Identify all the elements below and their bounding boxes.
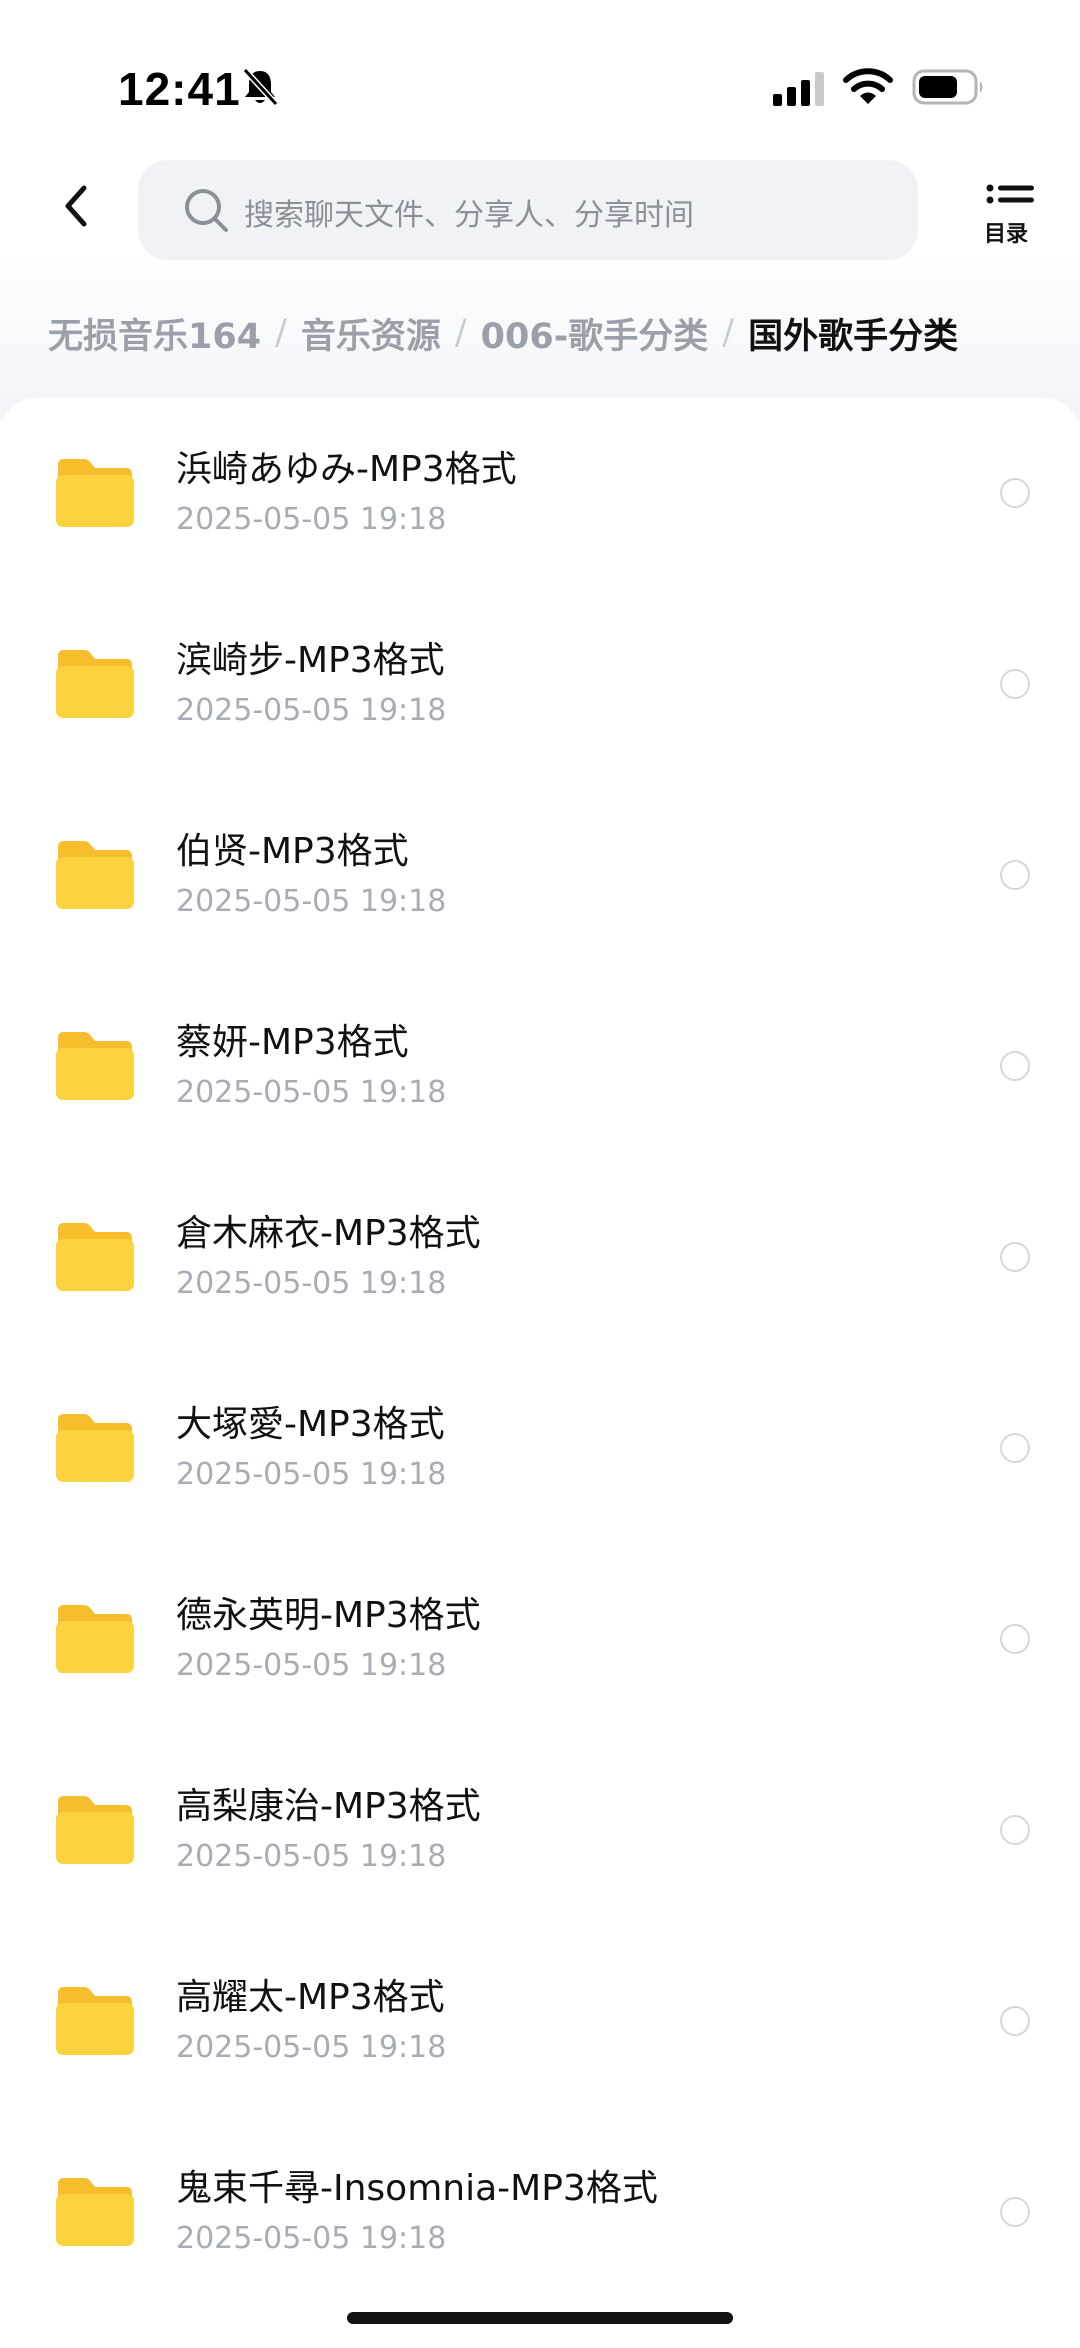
- folder-date: 2025-05-05 19:18: [176, 1457, 447, 1492]
- folder-name: 浜崎あゆみ-MP3格式: [176, 449, 517, 490]
- bell-muted-icon: [242, 67, 279, 107]
- folder-date: 2025-05-05 19:18: [176, 1075, 447, 1110]
- folder-name: 伯贤-MP3格式: [176, 831, 409, 872]
- list-item[interactable]: 鬼束千尋-Insomnia-MP3格式 2025-05-05 19:18: [0, 2117, 1080, 2307]
- select-radio[interactable]: [1000, 1433, 1030, 1463]
- search-placeholder: 搜索聊天文件、分享人、分享时间: [244, 198, 694, 233]
- home-indicator[interactable]: [347, 2312, 733, 2324]
- breadcrumb-current: 国外歌手分类: [748, 316, 959, 357]
- select-radio[interactable]: [1000, 1815, 1030, 1845]
- directory-button[interactable]: 目录: [978, 184, 1048, 247]
- breadcrumb-item[interactable]: 无损音乐164: [48, 308, 261, 359]
- list-item[interactable]: 高梨康治-MP3格式 2025-05-05 19:18: [0, 1735, 1080, 1925]
- folder-icon: [56, 2178, 134, 2246]
- list-item[interactable]: 高耀太-MP3格式 2025-05-05 19:18: [0, 1926, 1080, 2116]
- folder-name: 高耀太-MP3格式: [176, 1977, 445, 2018]
- folder-name: 高梨康治-MP3格式: [176, 1786, 481, 1827]
- folder-list: 浜崎あゆみ-MP3格式 2025-05-05 19:18 滨崎步-MP3格式 2…: [0, 398, 1080, 2348]
- folder-icon: [56, 1796, 134, 1864]
- status-time: 12:41: [118, 63, 241, 115]
- folder-date: 2025-05-05 19:18: [176, 2221, 447, 2256]
- signal-icon: [773, 72, 824, 106]
- select-radio[interactable]: [1000, 2197, 1030, 2227]
- list-item[interactable]: 大塚愛-MP3格式 2025-05-05 19:18: [0, 1353, 1080, 1543]
- search-icon: [185, 189, 228, 232]
- list-item[interactable]: 蔡妍-MP3格式 2025-05-05 19:18: [0, 971, 1080, 1161]
- folder-date: 2025-05-05 19:18: [176, 2030, 447, 2065]
- select-radio[interactable]: [1000, 1051, 1030, 1081]
- directory-label: 目录: [984, 222, 1029, 247]
- folder-icon: [56, 650, 134, 718]
- folder-name: 蔡妍-MP3格式: [176, 1022, 409, 1063]
- list-item[interactable]: 德永英明-MP3格式 2025-05-05 19:18: [0, 1544, 1080, 1734]
- folder-name: 滨崎步-MP3格式: [176, 640, 445, 681]
- select-radio[interactable]: [1000, 669, 1030, 699]
- folder-date: 2025-05-05 19:18: [176, 1266, 447, 1301]
- back-button[interactable]: [48, 176, 108, 236]
- battery-icon: [912, 69, 983, 105]
- select-radio[interactable]: [1000, 478, 1030, 508]
- select-radio[interactable]: [1000, 2006, 1030, 2036]
- breadcrumb: 无损音乐164 / 音乐资源 / 006-歌手分类 / 国外歌手分类: [48, 308, 958, 358]
- folder-icon: [56, 841, 134, 909]
- list-item[interactable]: 滨崎步-MP3格式 2025-05-05 19:18: [0, 589, 1080, 779]
- breadcrumb-separator: /: [275, 313, 287, 353]
- folder-name: 鬼束千尋-Insomnia-MP3格式: [176, 2168, 658, 2209]
- folder-name: 倉木麻衣-MP3格式: [176, 1213, 481, 1254]
- folder-icon: [56, 1414, 134, 1482]
- folder-date: 2025-05-05 19:18: [176, 502, 447, 537]
- folder-name: 大塚愛-MP3格式: [176, 1404, 445, 1445]
- folder-icon: [56, 1987, 134, 2055]
- breadcrumb-item[interactable]: 006-歌手分类: [481, 308, 709, 359]
- status-bar: 12:41: [0, 0, 1080, 150]
- select-radio[interactable]: [1000, 1624, 1030, 1654]
- list-item[interactable]: 浜崎あゆみ-MP3格式 2025-05-05 19:18: [0, 398, 1080, 588]
- search-input[interactable]: 搜索聊天文件、分享人、分享时间: [138, 160, 918, 260]
- list-item[interactable]: 伯贤-MP3格式 2025-05-05 19:18: [0, 780, 1080, 970]
- list-item[interactable]: 倉木麻衣-MP3格式 2025-05-05 19:18: [0, 1162, 1080, 1352]
- folder-name: 德永英明-MP3格式: [176, 1595, 481, 1636]
- folder-date: 2025-05-05 19:18: [176, 884, 447, 919]
- folder-icon: [56, 1223, 134, 1291]
- folder-date: 2025-05-05 19:18: [176, 1648, 447, 1683]
- folder-icon: [56, 1605, 134, 1673]
- folder-date: 2025-05-05 19:18: [176, 693, 447, 728]
- breadcrumb-item[interactable]: 音乐资源: [301, 308, 441, 359]
- folder-icon: [56, 1032, 134, 1100]
- wifi-icon: [843, 68, 893, 104]
- breadcrumb-separator: /: [454, 313, 467, 353]
- folder-icon: [56, 459, 134, 527]
- select-radio[interactable]: [1000, 1242, 1030, 1272]
- select-radio[interactable]: [1000, 860, 1030, 890]
- list-icon: [986, 184, 1034, 204]
- breadcrumb-separator: /: [722, 313, 735, 353]
- folder-date: 2025-05-05 19:18: [176, 1839, 447, 1874]
